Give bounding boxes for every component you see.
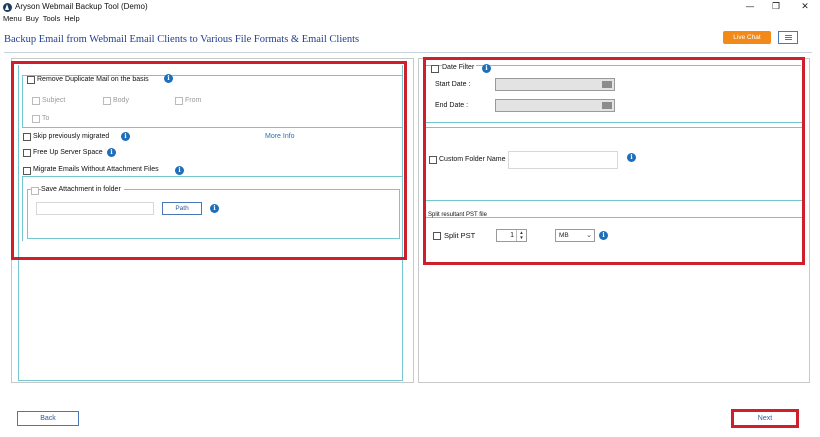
page-title: Backup Email from Webmail Email Clients …	[4, 34, 360, 45]
hamburger-icon	[785, 35, 792, 36]
menu-item-help[interactable]: Help	[64, 14, 79, 24]
menu-item-tools[interactable]: Tools	[43, 14, 61, 24]
menu-bar: Menu Buy Tools Help	[3, 14, 80, 24]
hamburger-icon-line	[785, 37, 792, 38]
minimize-button[interactable]: —	[739, 1, 761, 13]
menu-item-buy[interactable]: Buy	[26, 14, 39, 24]
window-title: Aryson Webmail Backup Tool (Demo)	[15, 2, 148, 11]
menu-item-menu[interactable]: Menu	[3, 14, 22, 24]
highlight-right-options	[423, 57, 805, 265]
header-divider	[4, 52, 812, 53]
maximize-button[interactable]: ❐	[765, 1, 787, 13]
highlight-left-options	[11, 61, 407, 260]
back-button[interactable]: Back	[17, 411, 79, 426]
close-button[interactable]: ✕	[794, 1, 816, 13]
live-chat-button[interactable]: Live Chat	[723, 31, 771, 44]
app-logo-icon	[3, 3, 12, 12]
hamburger-icon-line	[785, 39, 792, 40]
hamburger-menu-button[interactable]	[778, 31, 798, 44]
highlight-next	[731, 409, 799, 428]
